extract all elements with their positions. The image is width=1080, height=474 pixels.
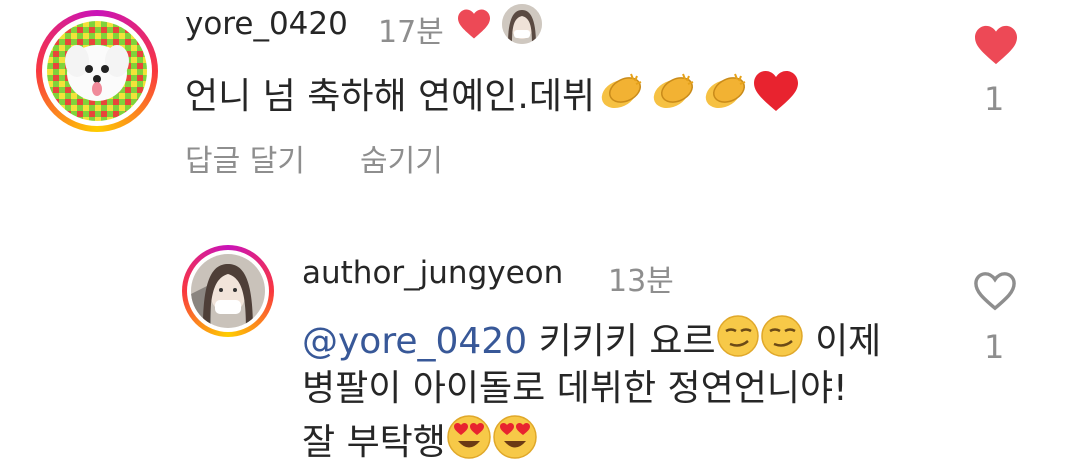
reply-button[interactable]: 답글 달기 [185,136,305,180]
comment-text: 언니 넘 축하해 연예인.데뷔 [185,69,801,127]
red-heart-emoji [751,69,801,127]
like-count: 1 [984,80,1005,118]
clapping-hands-emoji [647,70,699,126]
author-mini-avatar [502,4,542,44]
comment-time: 17분 [378,15,444,50]
heart-eyes-emoji [446,414,492,474]
reply-like-count: 1 [984,328,1005,366]
like-heart-outline-icon[interactable] [972,270,1018,316]
clapping-hands-emoji [699,70,751,126]
reply-time: 13분 [608,264,674,299]
reply-text-line3: 잘 부탁행 [302,414,538,474]
like-heart-icon[interactable] [973,24,1019,70]
hide-button[interactable]: 숨기기 [360,136,443,180]
heart-eyes-emoji [492,414,538,474]
avatar-author[interactable] [182,245,274,337]
comment-body: 언니 넘 축하해 연예인.데뷔 [185,76,596,117]
reply-line1-tail: 이제 [815,321,882,362]
reply-username[interactable]: author_jungyeon [302,255,563,291]
clapping-hands-emoji [595,70,647,126]
comment-username[interactable]: yore_0420 [185,6,348,42]
author-liked-heart-icon [456,8,492,44]
avatar-yore[interactable] [36,10,158,132]
mention-link[interactable]: @yore_0420 [302,321,527,362]
reply-line1-text: 키키키 요르 [538,321,716,362]
reply-line3-text: 잘 부탁행 [302,422,446,463]
reply-text-line2: 병팔이 아이돌로 데뷔한 정연언니야! [302,368,848,409]
